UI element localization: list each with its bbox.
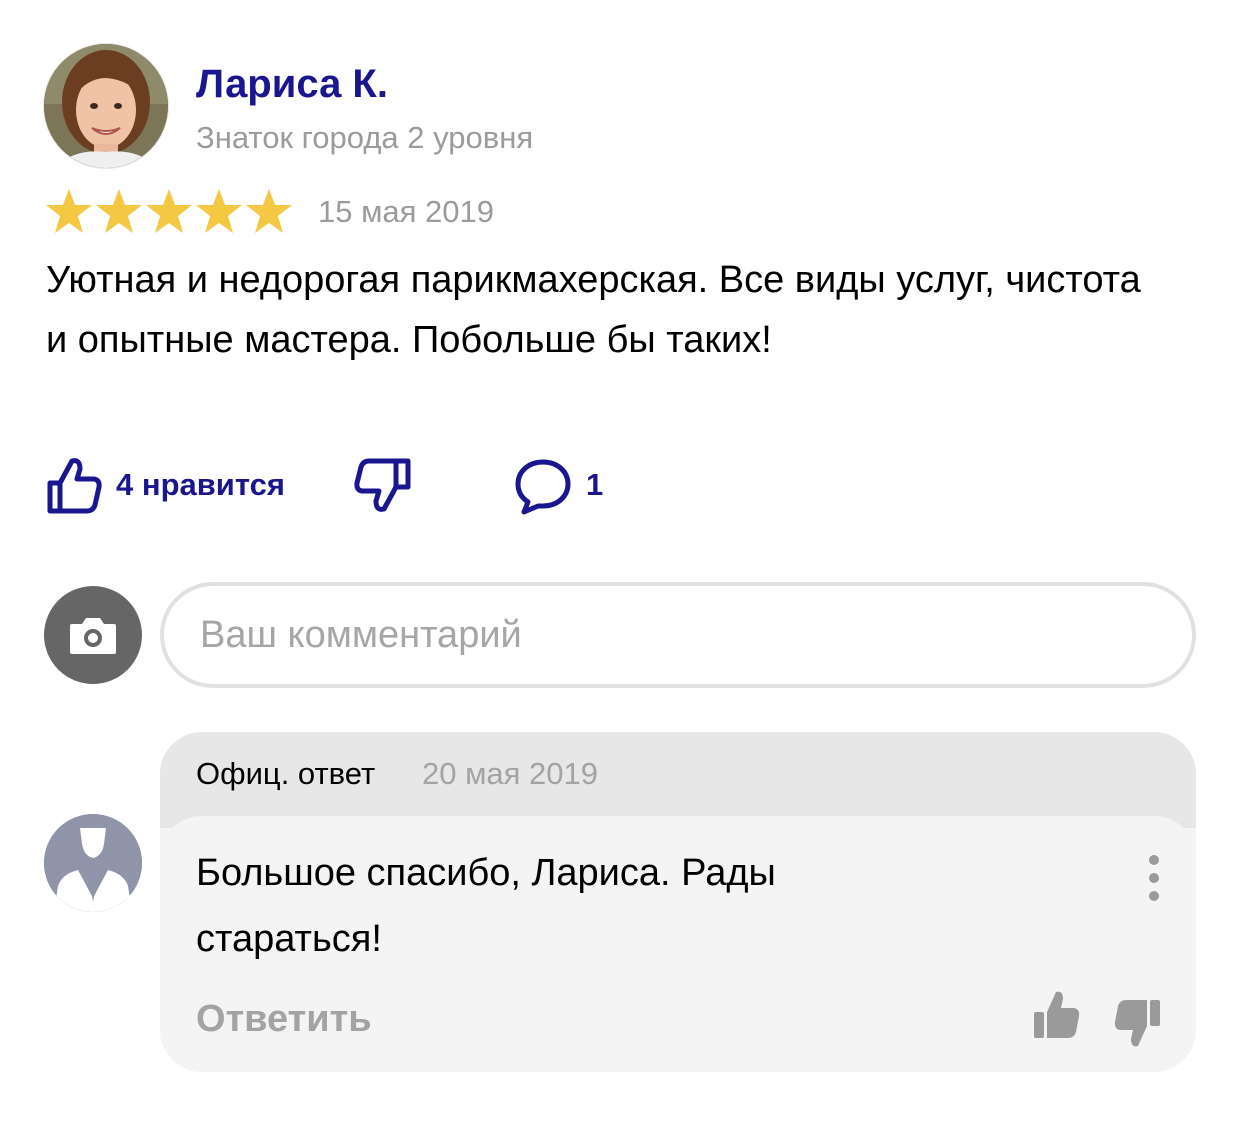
- business-avatar: [44, 814, 142, 912]
- author-photo: [44, 44, 168, 168]
- star-icon: [46, 189, 92, 233]
- official-reply-card: Офиц. ответ 20 мая 2019 Большое спасибо,…: [160, 732, 1196, 1072]
- dislike-button[interactable]: [352, 452, 412, 518]
- comments-button[interactable]: 1: [512, 452, 603, 518]
- like-button[interactable]: 4 нравится: [44, 452, 285, 518]
- camera-icon: [70, 618, 116, 654]
- official-reply-date: 20 мая 2019: [422, 756, 599, 791]
- official-reply-text: Большое спасибо, Лариса. Рады стараться!: [196, 852, 776, 960]
- review-date: 15 мая 2019: [318, 194, 495, 229]
- thumbs-up-icon: [47, 458, 102, 514]
- star-icon: [196, 189, 242, 233]
- thumbs-down-icon: [354, 458, 411, 512]
- comment-count: 1: [586, 467, 604, 502]
- comment-input[interactable]: [160, 582, 1196, 688]
- reply-button[interactable]: Ответить: [196, 996, 372, 1042]
- official-reply-label: Офиц. ответ: [196, 756, 376, 791]
- thumbs-up-icon[interactable]: [1030, 988, 1082, 1044]
- vertical-dots-icon[interactable]: [1140, 854, 1168, 902]
- review-text: Уютная и недорогая парикмахерская. Все в…: [46, 259, 1141, 361]
- attach-photo-button[interactable]: [44, 586, 142, 684]
- author-level: Знаток города 2 уровня: [196, 120, 534, 155]
- thumbs-down-icon[interactable]: [1112, 996, 1164, 1052]
- star-icon: [246, 189, 292, 233]
- star-rating: [44, 186, 294, 238]
- speech-bubble-icon: [515, 459, 571, 515]
- star-icon: [146, 189, 192, 233]
- like-count-label: 4 нравится: [116, 467, 285, 502]
- star-icon: [96, 189, 142, 233]
- business-person-icon: [44, 814, 142, 912]
- author-avatar[interactable]: [44, 44, 168, 168]
- author-name[interactable]: Лариса К.: [196, 60, 388, 108]
